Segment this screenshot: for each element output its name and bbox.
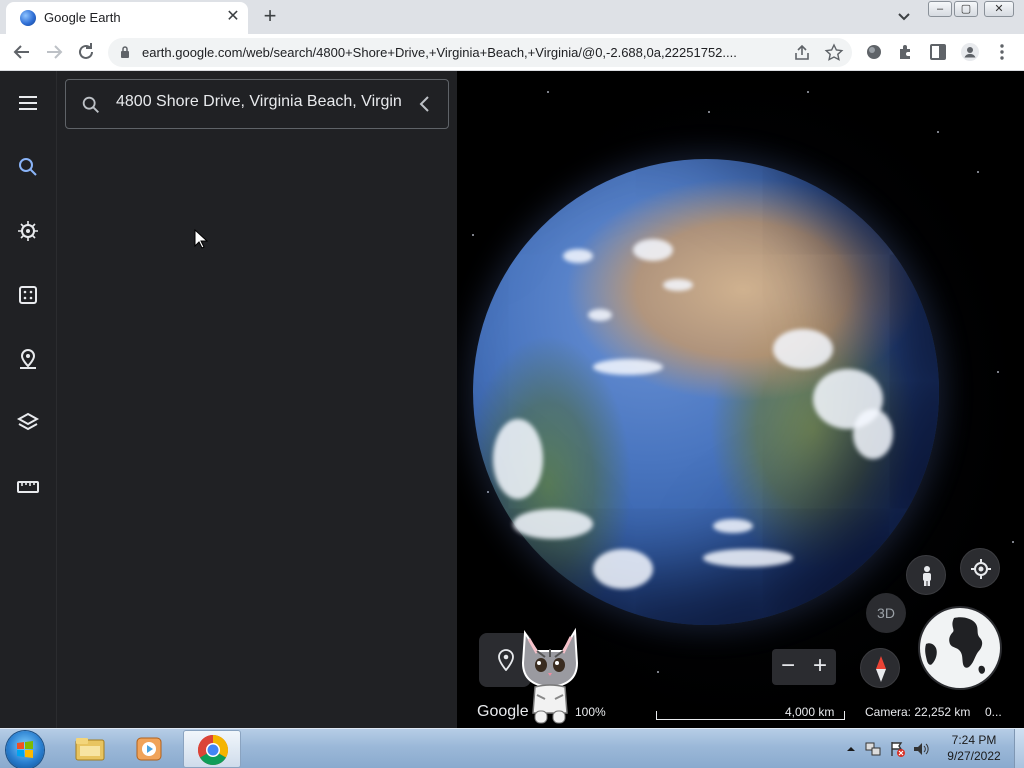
chrome-icon bbox=[197, 735, 229, 766]
scale-label: 4,000 km bbox=[785, 705, 835, 719]
restore-window-button[interactable]: ▢ bbox=[954, 1, 978, 17]
media-player-icon bbox=[136, 737, 162, 761]
tab-title: Google Earth bbox=[44, 10, 121, 25]
volume-icon[interactable] bbox=[912, 740, 930, 758]
minimize-window-button[interactable]: – bbox=[928, 1, 952, 17]
toggle-3d-button[interactable]: 3D bbox=[866, 593, 906, 633]
search-box[interactable]: 4800 Shore Drive, Virginia Beach, Virgin bbox=[65, 79, 449, 129]
start-button[interactable] bbox=[6, 731, 44, 768]
extensions-puzzle-icon[interactable] bbox=[896, 42, 916, 62]
windows-logo-icon bbox=[17, 741, 33, 758]
earth-extension-icon[interactable] bbox=[864, 42, 884, 62]
compass-button[interactable] bbox=[860, 648, 900, 688]
clock-time: 7:24 PM bbox=[951, 733, 997, 747]
chrome-menu-kebab-icon[interactable] bbox=[992, 42, 1012, 62]
taskbar-chrome[interactable] bbox=[183, 730, 241, 768]
google-earth-favicon-icon bbox=[20, 10, 36, 26]
earth-globe-view[interactable]: 3D − + Google 100% 4,000 km Camera: 22,2… bbox=[457, 71, 1024, 728]
location-pin-icon bbox=[498, 649, 514, 671]
show-desktop-button[interactable] bbox=[1014, 729, 1024, 768]
browser-tab[interactable]: Google Earth ✕ bbox=[6, 2, 248, 34]
world-minimap-icon bbox=[925, 617, 985, 674]
share-icon[interactable] bbox=[792, 43, 812, 63]
windows-taskbar: 7:24 PM 9/27/2022 bbox=[0, 728, 1024, 768]
my-location-button[interactable] bbox=[960, 548, 1000, 588]
back-arrow-icon[interactable] bbox=[10, 40, 34, 64]
bookmark-star-icon[interactable] bbox=[824, 43, 844, 63]
collapse-panel-chevron-icon[interactable] bbox=[414, 93, 436, 115]
close-tab-icon[interactable]: ✕ bbox=[224, 8, 242, 26]
system-clock[interactable]: 7:24 PM 9/27/2022 bbox=[936, 732, 1012, 764]
zoom-out-button[interactable]: − bbox=[772, 651, 804, 683]
pegman-icon bbox=[923, 566, 931, 586]
measure-icon[interactable] bbox=[16, 475, 40, 499]
feeling-lucky-icon[interactable] bbox=[16, 283, 40, 307]
file-explorer-icon bbox=[75, 738, 105, 761]
globe-minimap[interactable] bbox=[920, 608, 1000, 688]
projects-icon[interactable] bbox=[16, 347, 40, 371]
network-icon[interactable] bbox=[864, 740, 882, 758]
url-text[interactable]: earth.google.com/web/search/4800+Shore+D… bbox=[142, 45, 782, 60]
earth-navigation-rail bbox=[0, 71, 56, 728]
action-center-flag-icon[interactable] bbox=[888, 740, 906, 758]
search-panel: 4800 Shore Drive, Virginia Beach, Virgin bbox=[56, 71, 457, 728]
show-hidden-icons-icon[interactable] bbox=[846, 744, 856, 754]
zoom-in-button[interactable]: + bbox=[804, 651, 836, 683]
voyager-icon[interactable] bbox=[16, 219, 40, 243]
reload-icon[interactable] bbox=[74, 40, 98, 64]
coordinates-readout: 0... bbox=[985, 705, 1002, 719]
taskbar-file-explorer[interactable] bbox=[60, 730, 118, 768]
browser-toolbar: earth.google.com/web/search/4800+Shore+D… bbox=[0, 34, 1024, 71]
system-tray bbox=[840, 735, 940, 763]
search-icon bbox=[82, 96, 99, 113]
pegman-street-view-button[interactable] bbox=[906, 555, 946, 595]
side-panel-icon[interactable] bbox=[928, 42, 948, 62]
menu-icon[interactable] bbox=[16, 91, 40, 115]
camera-altitude: Camera: 22,252 km bbox=[865, 705, 971, 719]
search-input[interactable]: 4800 Shore Drive, Virginia Beach, Virgin bbox=[116, 93, 401, 115]
new-tab-button[interactable]: + bbox=[258, 4, 282, 28]
tab-search-chevron-icon[interactable] bbox=[894, 8, 914, 26]
taskbar-media-player[interactable] bbox=[120, 730, 178, 768]
profile-avatar-icon[interactable] bbox=[960, 42, 980, 62]
map-style-icon[interactable] bbox=[16, 411, 40, 435]
forward-arrow-icon[interactable] bbox=[42, 40, 66, 64]
my-location-icon bbox=[971, 559, 991, 579]
address-bar[interactable]: earth.google.com/web/search/4800+Shore+D… bbox=[108, 38, 852, 67]
close-window-button[interactable]: ✕ bbox=[984, 1, 1014, 17]
clock-date: 9/27/2022 bbox=[947, 749, 1001, 763]
search-icon[interactable] bbox=[16, 155, 40, 179]
compass-icon bbox=[876, 656, 886, 682]
zoom-percent: 100% bbox=[575, 705, 606, 719]
google-attribution[interactable]: Google bbox=[477, 703, 529, 721]
lock-icon[interactable] bbox=[120, 46, 130, 58]
browser-tab-strip: Google Earth ✕ + – ▢ ✕ bbox=[0, 0, 1024, 34]
mouse-cursor-icon bbox=[194, 229, 208, 249]
zoom-control: − + bbox=[772, 649, 836, 685]
earth-globe[interactable] bbox=[473, 159, 939, 625]
